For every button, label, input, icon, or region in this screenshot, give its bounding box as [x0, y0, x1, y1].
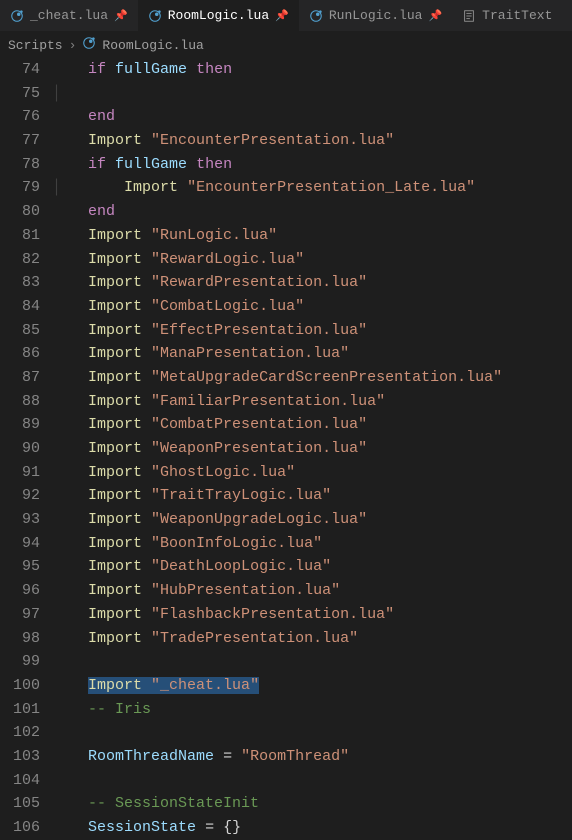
line-number: 102 [0, 721, 40, 745]
code-line[interactable]: Import "EffectPresentation.lua" [52, 319, 572, 343]
code-line[interactable]: Import "TraitTrayLogic.lua" [52, 484, 572, 508]
code-line[interactable]: Import "CombatPresentation.lua" [52, 413, 572, 437]
code-line[interactable]: Import "EncounterPresentation.lua" [52, 129, 572, 153]
code-line[interactable]: SessionState = {} [52, 816, 572, 840]
line-number: 87 [0, 366, 40, 390]
line-number: 81 [0, 224, 40, 248]
line-number: 93 [0, 508, 40, 532]
code-editor[interactable]: 7475767778798081828384858687888990919293… [0, 58, 572, 840]
pin-icon[interactable]: 📌 [428, 9, 442, 23]
code-line[interactable]: Import "MetaUpgradeCardScreenPresentatio… [52, 366, 572, 390]
lua-icon [82, 36, 96, 54]
line-number: 74 [0, 58, 40, 82]
code-line[interactable]: Import "GhostLogic.lua" [52, 461, 572, 485]
code-line[interactable]: Import "FlashbackPresentation.lua" [52, 603, 572, 627]
code-line[interactable]: Import "TradePresentation.lua" [52, 627, 572, 651]
code-line[interactable]: Import "WeaponPresentation.lua" [52, 437, 572, 461]
line-number: 83 [0, 271, 40, 295]
tab-label: _cheat.lua [30, 8, 108, 23]
code-line[interactable]: Import "_cheat.lua" [52, 674, 572, 698]
code-line[interactable]: Import "BoonInfoLogic.lua" [52, 532, 572, 556]
line-number: 94 [0, 532, 40, 556]
editor-tabs: _cheat.lua 📌 RoomLogic.lua 📌 RunLogic.lu… [0, 0, 572, 32]
line-number: 95 [0, 555, 40, 579]
code-line[interactable]: end [52, 200, 572, 224]
line-number: 97 [0, 603, 40, 627]
line-number: 75 [0, 82, 40, 106]
code-line[interactable]: │ [52, 82, 572, 106]
code-area[interactable]: if fullGame then│ end Import "EncounterP… [52, 58, 572, 840]
tab-runlogic[interactable]: RunLogic.lua 📌 [299, 0, 452, 31]
line-number: 101 [0, 698, 40, 722]
code-line[interactable]: Import "RewardPresentation.lua" [52, 271, 572, 295]
code-line[interactable]: RoomThreadName = "RoomThread" [52, 745, 572, 769]
tab-cheat[interactable]: _cheat.lua 📌 [0, 0, 138, 31]
line-number: 103 [0, 745, 40, 769]
line-number: 99 [0, 650, 40, 674]
file-icon [462, 9, 476, 23]
tab-roomlogic[interactable]: RoomLogic.lua 📌 [138, 0, 299, 31]
code-line[interactable]: Import "WeaponUpgradeLogic.lua" [52, 508, 572, 532]
tab-label: RoomLogic.lua [168, 8, 269, 23]
code-line[interactable] [52, 769, 572, 793]
line-number: 78 [0, 153, 40, 177]
code-line[interactable]: -- SessionStateInit [52, 792, 572, 816]
line-number: 92 [0, 484, 40, 508]
code-line[interactable]: Import "CombatLogic.lua" [52, 295, 572, 319]
line-number: 104 [0, 769, 40, 793]
code-line[interactable] [52, 650, 572, 674]
line-number: 80 [0, 200, 40, 224]
line-number: 88 [0, 390, 40, 414]
line-number: 91 [0, 461, 40, 485]
line-number: 84 [0, 295, 40, 319]
line-number: 85 [0, 319, 40, 343]
code-line[interactable]: Import "FamiliarPresentation.lua" [52, 390, 572, 414]
line-number: 98 [0, 627, 40, 651]
code-line[interactable]: Import "RewardLogic.lua" [52, 248, 572, 272]
line-number: 100 [0, 674, 40, 698]
line-number: 76 [0, 105, 40, 129]
line-number: 77 [0, 129, 40, 153]
lua-icon [309, 9, 323, 23]
code-line[interactable] [52, 721, 572, 745]
breadcrumb-segment[interactable]: RoomLogic.lua [102, 38, 203, 53]
lua-icon [10, 9, 24, 23]
line-gutter: 7475767778798081828384858687888990919293… [0, 58, 52, 840]
lua-icon [148, 9, 162, 23]
tab-label: RunLogic.lua [329, 8, 423, 23]
breadcrumb[interactable]: Scripts › RoomLogic.lua [0, 32, 572, 58]
line-number: 79 [0, 176, 40, 200]
pin-icon[interactable]: 📌 [275, 9, 289, 23]
line-number: 90 [0, 437, 40, 461]
breadcrumb-segment[interactable]: Scripts [8, 38, 63, 53]
line-number: 86 [0, 342, 40, 366]
code-line[interactable]: Import "HubPresentation.lua" [52, 579, 572, 603]
code-line[interactable]: if fullGame then [52, 153, 572, 177]
line-number: 89 [0, 413, 40, 437]
tab-label: TraitText [482, 8, 552, 23]
chevron-right-icon: › [69, 38, 77, 53]
line-number: 96 [0, 579, 40, 603]
tab-traittext[interactable]: TraitText [452, 0, 562, 31]
line-number: 106 [0, 816, 40, 840]
code-line[interactable]: Import "ManaPresentation.lua" [52, 342, 572, 366]
code-line[interactable]: end [52, 105, 572, 129]
code-line[interactable]: -- Iris [52, 698, 572, 722]
code-line[interactable]: │ Import "EncounterPresentation_Late.lua… [52, 176, 572, 200]
code-line[interactable]: if fullGame then [52, 58, 572, 82]
code-line[interactable]: Import "RunLogic.lua" [52, 224, 572, 248]
pin-icon[interactable]: 📌 [114, 9, 128, 23]
line-number: 82 [0, 248, 40, 272]
line-number: 105 [0, 792, 40, 816]
code-line[interactable]: Import "DeathLoopLogic.lua" [52, 555, 572, 579]
